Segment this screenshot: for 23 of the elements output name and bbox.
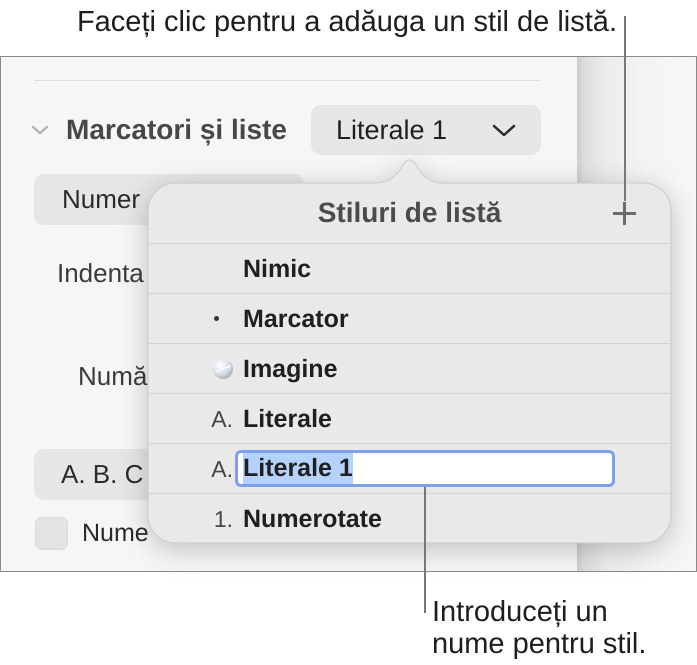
- name-input-field[interactable]: Literale 1: [235, 450, 615, 487]
- list-marker: 1.: [214, 504, 233, 532]
- field-label: Indenta: [57, 257, 144, 290]
- bullet-dot-icon: [214, 316, 219, 321]
- plus-icon[interactable]: [613, 202, 636, 224]
- list-marker: A.: [211, 454, 233, 482]
- list-style-name[interactable]: Nimic: [243, 254, 312, 284]
- list-style-name[interactable]: Imagine: [243, 354, 338, 384]
- list-style-name[interactable]: Marcator: [243, 304, 349, 334]
- checkbox[interactable]: [35, 516, 68, 550]
- sphere-icon: [213, 358, 233, 378]
- checkbox-label: Nume: [82, 518, 149, 549]
- list-style-name[interactable]: Literale: [243, 404, 332, 434]
- style-popup-button[interactable]: Literale 1: [311, 105, 541, 155]
- callout-text: Introduceți un nume pentru stil.: [432, 596, 646, 660]
- menu-title: Stiluri de listă: [318, 196, 502, 230]
- disclosure-chevron-icon[interactable]: [31, 125, 49, 135]
- field-label: Numă: [78, 360, 148, 393]
- section-title: Marcatori și liste: [66, 114, 287, 146]
- callout-text: Faceți clic pentru a adăuga un stil de listă.: [76, 6, 617, 38]
- list-marker: A.: [211, 404, 233, 432]
- chevron-down-icon: [492, 124, 516, 136]
- list-style-name[interactable]: Numerotate: [243, 504, 382, 534]
